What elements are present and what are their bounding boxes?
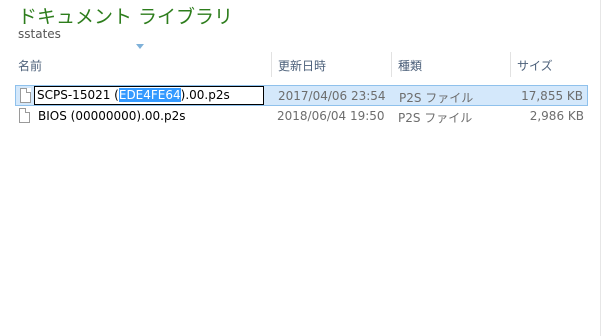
- file-modified: 2017/04/06 23:54: [278, 89, 386, 103]
- file-type: P2S ファイル: [398, 111, 473, 125]
- file-name: BIOS (00000000).00.p2s: [38, 109, 186, 123]
- file-type: P2S ファイル: [399, 91, 474, 105]
- pane-divider[interactable]: [600, 0, 601, 336]
- column-header-bar: 名前 更新日時 種類 サイズ: [0, 52, 612, 77]
- rename-text-prefix: SCPS-15021 (: [37, 88, 119, 102]
- file-size: 2,986 KB: [529, 109, 584, 123]
- library-header: ドキュメント ライブラリ sstates: [0, 0, 612, 50]
- file-row[interactable]: BIOS (00000000).00.p2s 2018/06/04 19:50 …: [15, 106, 588, 127]
- column-divider[interactable]: [510, 52, 511, 77]
- column-divider[interactable]: [391, 52, 392, 77]
- rename-input[interactable]: SCPS-15021 (EDE4FE64).00.p2s: [34, 86, 264, 105]
- rename-text-selected: EDE4FE64: [118, 88, 181, 102]
- library-title: ドキュメント ライブラリ: [18, 6, 234, 28]
- column-header-name[interactable]: 名前: [18, 57, 42, 74]
- column-divider[interactable]: [271, 52, 272, 77]
- column-header-type[interactable]: 種類: [398, 57, 422, 74]
- file-row[interactable]: SCPS-15021 (EDE4FE64).00.p2s 2017/04/06 …: [15, 85, 588, 106]
- library-subtitle: sstates: [18, 27, 61, 41]
- file-modified: 2018/06/04 19:50: [277, 109, 385, 123]
- column-header-modified[interactable]: 更新日時: [278, 57, 326, 74]
- file-icon: [19, 108, 30, 123]
- sort-indicator-icon: [136, 44, 144, 49]
- rename-text-suffix: ).00.p2s: [180, 88, 230, 102]
- column-header-size[interactable]: サイズ: [517, 57, 553, 74]
- file-icon: [20, 88, 31, 103]
- file-size: 17,855 KB: [521, 89, 583, 103]
